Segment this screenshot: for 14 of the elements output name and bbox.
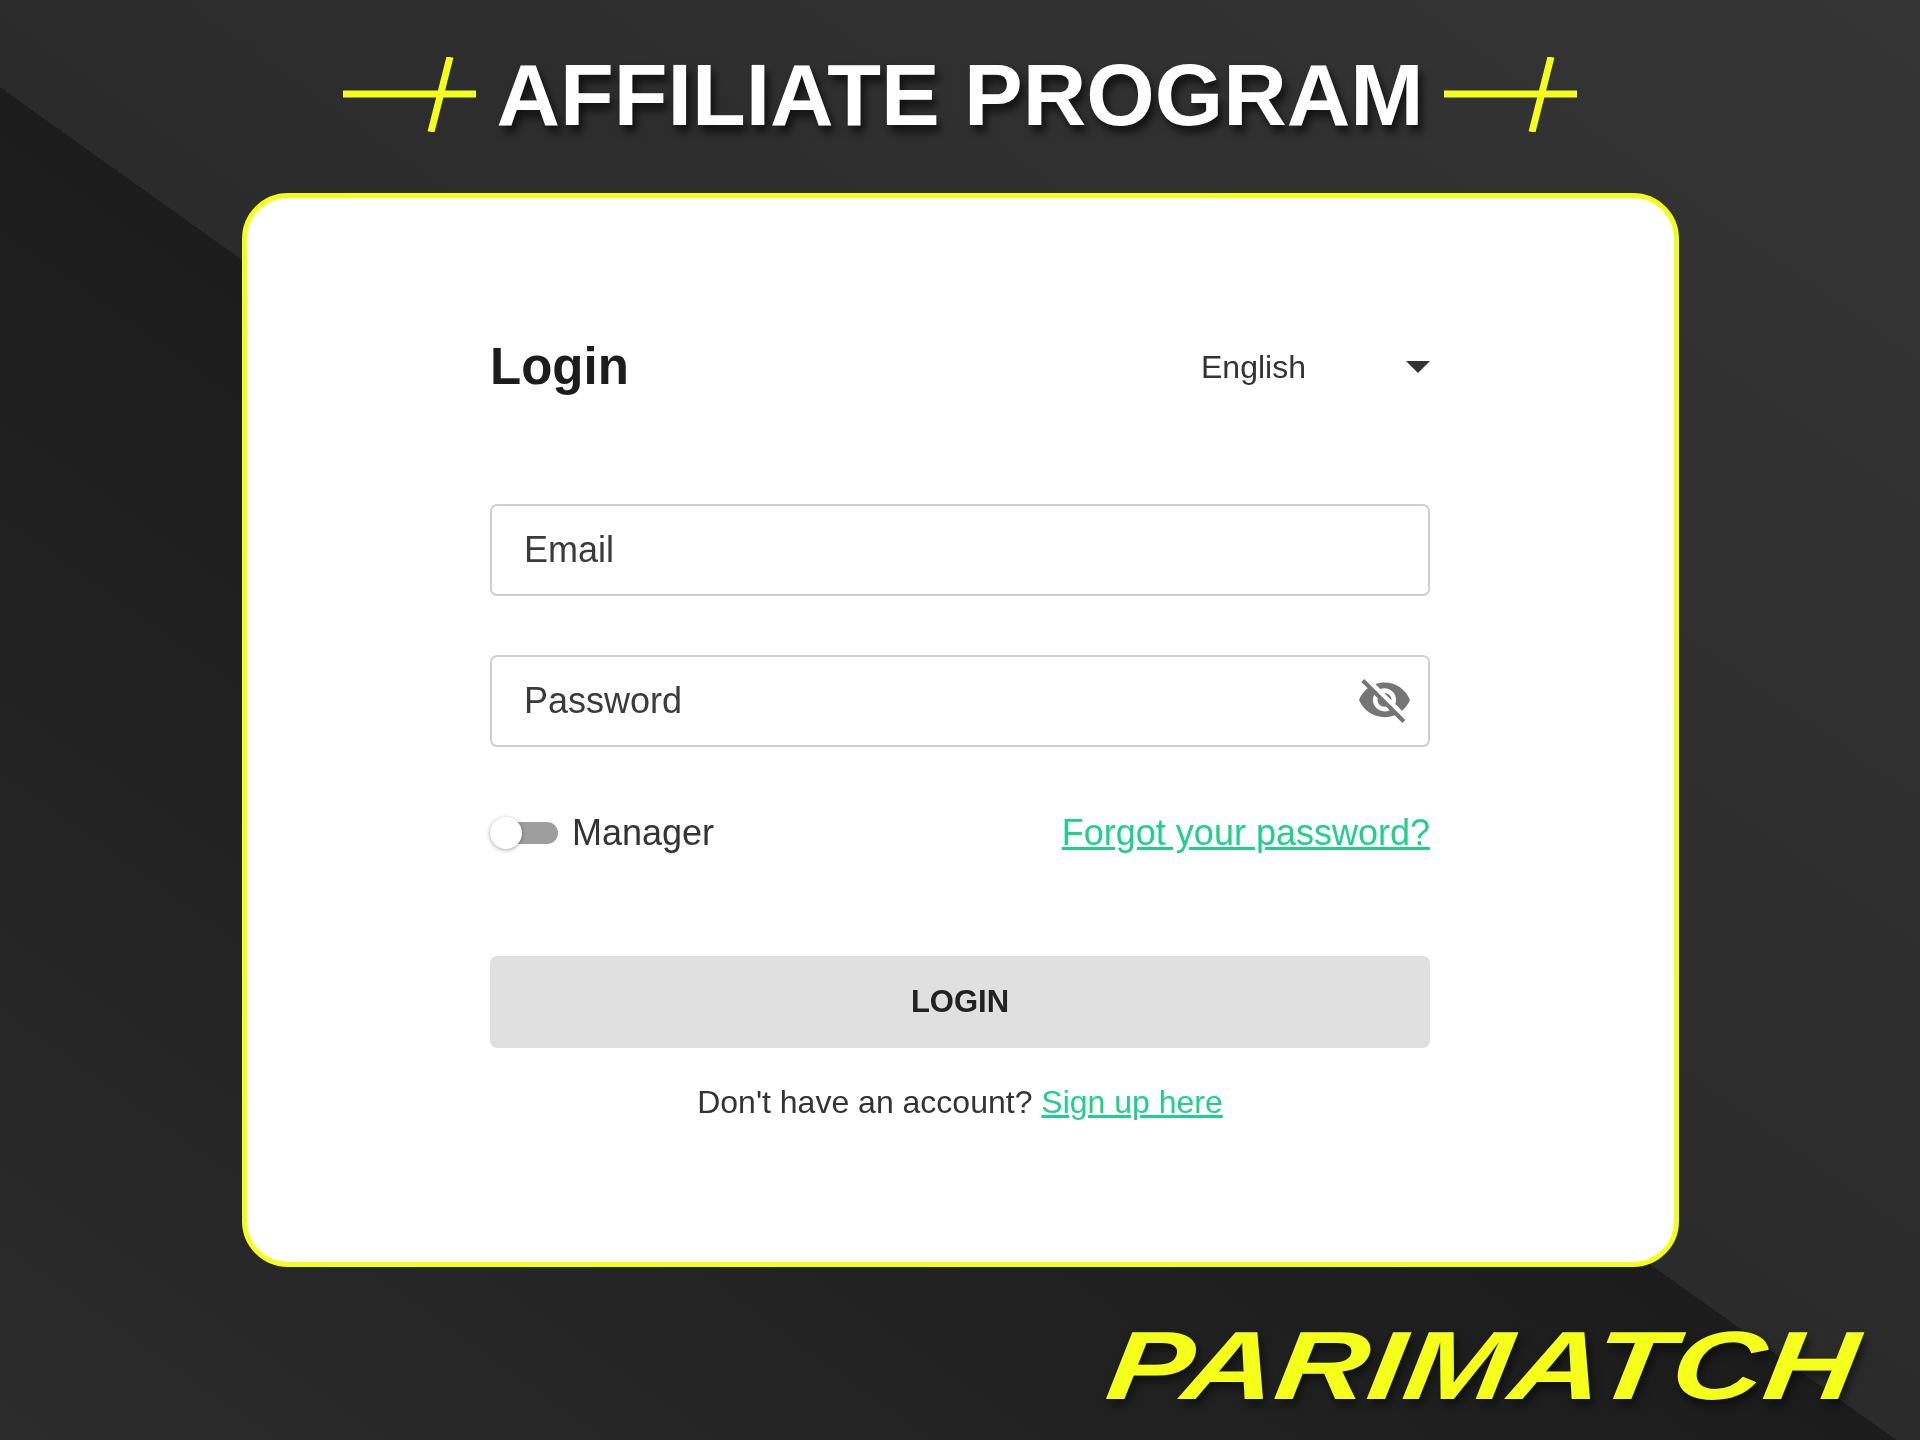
caret-icon — [1406, 361, 1430, 373]
login-heading: Login — [490, 337, 629, 397]
toggle-switch[interactable] — [490, 816, 558, 850]
password-field[interactable]: Password — [490, 655, 1430, 747]
signup-prompt: Don't have an account? Sign up here — [697, 1083, 1223, 1122]
cross-mark-icon — [343, 57, 477, 132]
login-button[interactable]: LOGIN — [490, 956, 1430, 1048]
brand-logo: PARIMATCH — [1102, 1317, 1865, 1414]
eye-slash-icon[interactable] — [1359, 679, 1410, 723]
language-dropdown[interactable]: English — [1201, 348, 1430, 386]
cross-mark-icon — [1443, 57, 1577, 132]
page-title: AFFILIATE PROGRAM — [496, 57, 1424, 132]
email-field[interactable]: Email — [490, 504, 1430, 596]
toggle-label: Manager — [572, 812, 715, 854]
